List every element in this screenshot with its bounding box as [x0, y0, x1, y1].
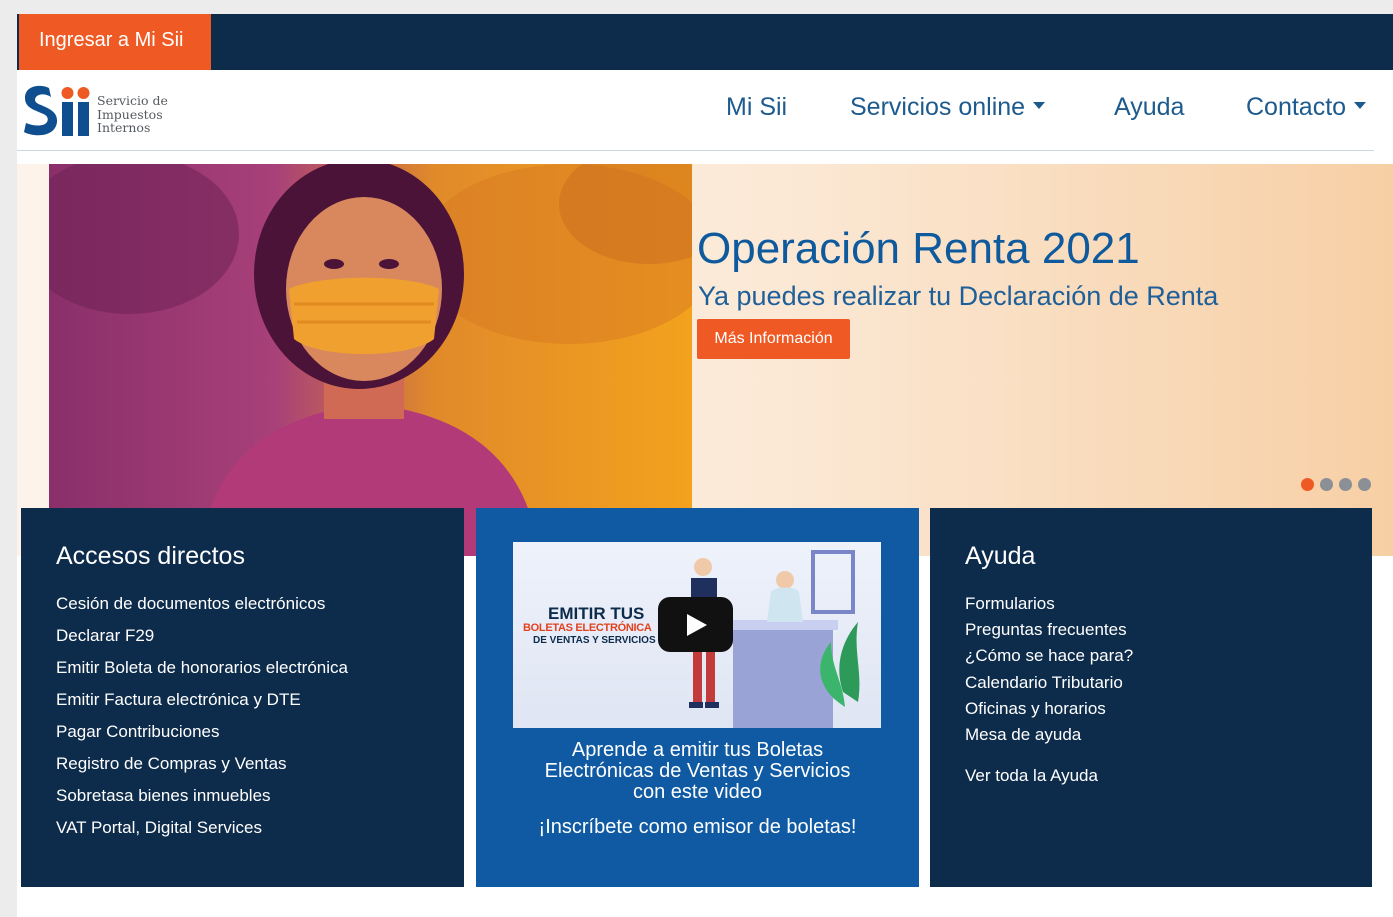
- nav-servicios-online[interactable]: Servicios online: [850, 92, 1046, 122]
- carousel-dot[interactable]: [1339, 478, 1352, 491]
- accesos-link[interactable]: Sobretasa bienes inmuebles: [56, 784, 348, 816]
- video-caption-line: con este video: [633, 781, 762, 803]
- caret-down-icon: [1033, 101, 1046, 109]
- logo-subtitle: Servicio de Impuestos Internos: [97, 94, 197, 135]
- video-caption: Aprende a emitir tus Boletas Electrónica…: [476, 740, 919, 803]
- ayuda-panel: Ayuda Formularios Preguntas frecuentes ¿…: [930, 508, 1372, 887]
- page: Ingresar a Mi Sii Servicio de Impuestos …: [17, 14, 1393, 917]
- carousel-dot[interactable]: [1301, 478, 1314, 491]
- logo-letter-i1: [62, 102, 73, 136]
- video-panel: EMITIR TUS BOLETAS ELECTRÓNICA DE VENTAS…: [476, 508, 919, 887]
- login-mi-sii-button[interactable]: Ingresar a Mi Sii: [19, 14, 211, 70]
- more-info-button[interactable]: Más Información: [697, 319, 850, 359]
- accesos-title: Accesos directos: [56, 542, 245, 570]
- site-header: [17, 70, 1393, 151]
- ver-toda-ayuda-link[interactable]: Ver toda la Ayuda: [965, 766, 1098, 786]
- accesos-link[interactable]: Declarar F29: [56, 624, 348, 656]
- hero-photo: [49, 164, 692, 556]
- carousel-dots: [1301, 478, 1377, 492]
- logo-dot-2: [77, 87, 90, 99]
- header-divider: [17, 150, 1374, 151]
- ayuda-link[interactable]: Preguntas frecuentes: [965, 618, 1133, 644]
- ayuda-title: Ayuda: [965, 542, 1036, 570]
- video-caption-line: Aprende a emitir tus Boletas: [571, 739, 824, 761]
- carousel-dot[interactable]: [1358, 478, 1371, 491]
- accesos-link[interactable]: Cesión de documentos electrónicos: [56, 592, 348, 624]
- video-thumb-line3: DE VENTAS Y SERVICIOS: [533, 635, 656, 646]
- video-thumb-title: EMITIR TUS: [548, 604, 645, 623]
- logo-line1: Servicio de: [97, 93, 168, 108]
- logo-letter-i2: [78, 102, 89, 136]
- carousel-dot[interactable]: [1320, 478, 1333, 491]
- hero-subtitle: Ya puedes realizar tu Declaración de Ren…: [698, 281, 1219, 311]
- logo-letter-s: [24, 85, 58, 136]
- ayuda-link[interactable]: Formularios: [965, 592, 1133, 618]
- video-caption-line: Electrónicas de Ventas y Servicios: [544, 760, 851, 782]
- nav-label: Contacto: [1246, 93, 1347, 121]
- nav-ayuda[interactable]: Ayuda: [1114, 92, 1184, 122]
- video-thumb-line2: BOLETAS ELECTRÓNICA: [523, 622, 652, 634]
- logo-dot-1: [61, 87, 74, 99]
- ayuda-link[interactable]: Calendario Tributario: [965, 671, 1133, 697]
- top-bar: Ingresar a Mi Sii: [17, 14, 1393, 70]
- nav-label: Servicios online: [850, 93, 1026, 121]
- accesos-link[interactable]: Pagar Contribuciones: [56, 720, 348, 752]
- logo-line3: Internos: [97, 120, 151, 135]
- ayuda-link[interactable]: Oficinas y horarios: [965, 697, 1133, 723]
- accesos-link[interactable]: Registro de Compras y Ventas: [56, 752, 348, 784]
- ayuda-list: Formularios Preguntas frecuentes ¿Cómo s…: [965, 592, 1133, 749]
- boletas-signup-link[interactable]: ¡Inscríbete como emisor de boletas!: [476, 816, 919, 839]
- accesos-link[interactable]: VAT Portal, Digital Services: [56, 816, 348, 848]
- accesos-list: Cesión de documentos electrónicos Declar…: [56, 592, 348, 848]
- accesos-link[interactable]: Emitir Boleta de honorarios electrónica: [56, 656, 348, 688]
- caret-down-icon: [1354, 101, 1367, 109]
- nav-mi-sii[interactable]: Mi Sii: [726, 92, 787, 122]
- ayuda-link[interactable]: ¿Cómo se hace para?: [965, 644, 1133, 670]
- nav-contacto[interactable]: Contacto: [1246, 92, 1367, 122]
- logo-line2: Impuestos: [97, 106, 163, 122]
- nav-label: Ayuda: [1114, 93, 1185, 121]
- hero-title: Operación Renta 2021: [697, 224, 1140, 273]
- video-thumbnail[interactable]: EMITIR TUS BOLETAS ELECTRÓNICA DE VENTAS…: [513, 542, 881, 728]
- accesos-link[interactable]: Emitir Factura electrónica y DTE: [56, 688, 348, 720]
- accesos-directos-panel: Accesos directos Cesión de documentos el…: [21, 508, 464, 887]
- ayuda-link[interactable]: Mesa de ayuda: [965, 723, 1133, 749]
- nav-label: Mi Sii: [726, 93, 788, 121]
